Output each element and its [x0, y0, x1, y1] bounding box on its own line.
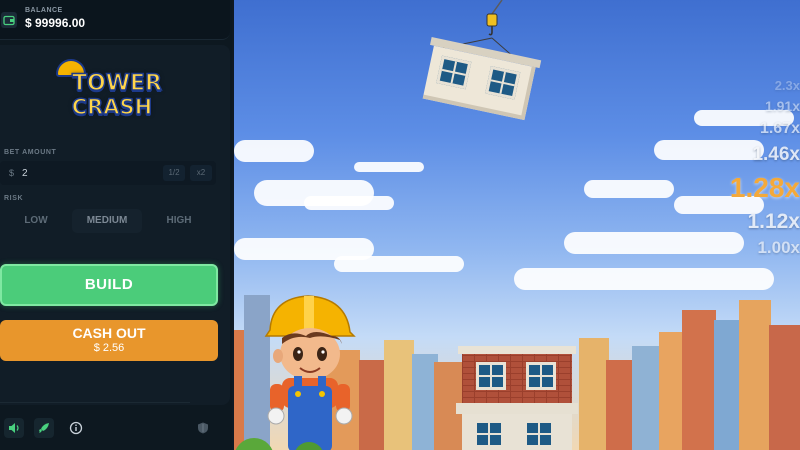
multiplier-value: 1.46x	[752, 144, 800, 165]
build-button[interactable]: BUILD	[0, 264, 218, 306]
risk-label: RISK	[4, 195, 24, 202]
multiplier-value: 1.00x	[757, 238, 800, 257]
balance-value: $ 99996.00	[25, 16, 86, 30]
city-building	[682, 310, 716, 450]
cloud	[354, 162, 424, 172]
info-button[interactable]	[66, 418, 86, 438]
bet-amount-field: $ 1/2 x2	[0, 161, 216, 185]
risk-low-button[interactable]: LOW	[1, 209, 71, 233]
city-building	[739, 300, 771, 450]
crane-hook-icon	[486, 10, 498, 36]
turbo-button[interactable]	[34, 418, 54, 438]
risk-selector: LOW MEDIUM HIGH	[0, 207, 216, 235]
info-icon	[69, 421, 83, 435]
cash-out-label: CASH OUT	[72, 325, 146, 341]
block-window	[436, 55, 472, 90]
current-multiplier: 1.28x	[729, 172, 800, 203]
double-bet-button[interactable]: x2	[190, 165, 212, 181]
tower-ledge	[456, 403, 578, 414]
game-area[interactable]: 2.3x 1.91x 1.67x 1.46x 1.28x 1.12x 1.00x	[234, 0, 800, 450]
sound-toggle-button[interactable]	[4, 418, 24, 438]
logo-line-2: CRASH	[71, 94, 153, 120]
cloud	[564, 232, 744, 254]
block-window	[485, 65, 521, 100]
bet-amount-input[interactable]	[22, 164, 82, 182]
risk-high-button[interactable]: HIGH	[144, 209, 214, 233]
multiplier-value: 1.91x	[764, 98, 800, 114]
cloud	[234, 140, 314, 162]
footer-divider	[0, 402, 190, 403]
fairness-button[interactable]	[193, 418, 213, 438]
bet-amount-label: BET AMOUNT	[4, 149, 57, 156]
city-building	[606, 360, 634, 450]
balance-label: BALANCE	[25, 7, 63, 14]
city-building	[632, 346, 662, 450]
bet-panel: TOWER CRASH BET AMOUNT $ 1/2 x2 RISK LOW…	[0, 45, 230, 405]
cloud	[334, 256, 464, 272]
risk-medium-button[interactable]: MEDIUM	[72, 209, 142, 233]
city-building	[384, 340, 414, 450]
tower-roof	[458, 346, 576, 354]
wallet-icon	[1, 12, 17, 28]
balance-box: BALANCE $ 99996.00	[0, 0, 230, 40]
tower-window	[526, 362, 556, 390]
game-logo: TOWER CRASH	[52, 59, 163, 131]
city-building	[359, 360, 385, 450]
tower-window	[524, 420, 554, 448]
cloud	[654, 140, 764, 160]
tower-window	[474, 420, 504, 448]
multiplier-value: 1.67x	[759, 120, 800, 137]
cloud	[304, 196, 394, 210]
city-building	[659, 332, 683, 450]
rocket-icon	[39, 423, 49, 433]
sound-icon	[9, 423, 19, 433]
cloud	[584, 180, 674, 198]
multiplier-value: 1.12x	[747, 210, 800, 233]
shield-icon	[198, 422, 208, 434]
cloud	[514, 268, 774, 290]
city-building	[579, 338, 609, 450]
half-bet-button[interactable]: 1/2	[163, 165, 185, 181]
logo-line-1: TOWER	[71, 70, 162, 97]
currency-symbol: $	[9, 168, 15, 178]
city-building	[769, 325, 800, 450]
builder-character	[264, 295, 356, 450]
multiplier-value: 2.3x	[774, 78, 800, 93]
tower-window	[476, 362, 506, 390]
sidebar: BALANCE $ 99996.00 TOWER CRASH BET AMOUN…	[0, 0, 232, 450]
cash-out-amount: $ 2.56	[93, 342, 125, 354]
cash-out-button[interactable]: CASH OUT $ 2.56	[0, 320, 218, 361]
city-building	[714, 320, 742, 450]
